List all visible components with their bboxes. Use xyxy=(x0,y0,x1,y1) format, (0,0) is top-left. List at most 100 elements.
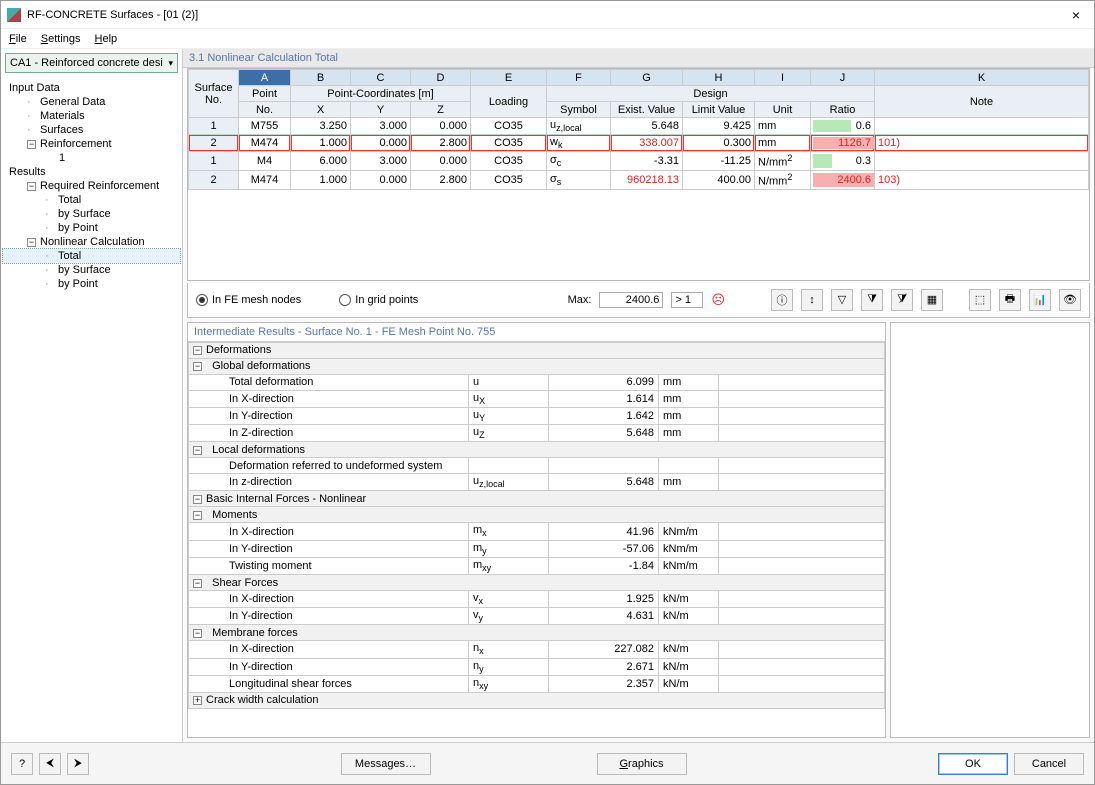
list-item[interactable]: In z-directionuz,local5.648mm xyxy=(189,474,885,491)
list-item[interactable]: In Y-directionny2.671kN/m xyxy=(189,658,885,675)
col-letter-c[interactable]: C xyxy=(351,70,411,86)
menu-file[interactable]: File xyxy=(9,33,27,45)
tree-req-by-surface[interactable]: ·by Surface xyxy=(3,207,180,221)
list-item[interactable]: In Z-directionuZ5.648mm xyxy=(189,425,885,442)
close-icon[interactable]: × xyxy=(1064,7,1088,23)
section-row[interactable]: − Moments xyxy=(189,507,885,523)
max-value[interactable]: 2400.6 xyxy=(599,292,663,308)
list-item[interactable]: In X-directionuX1.614mm xyxy=(189,390,885,407)
eye-icon[interactable]: 👁 xyxy=(1059,289,1081,311)
col-surface-no[interactable]: SurfaceNo. xyxy=(189,70,239,118)
help-icon[interactable]: ? xyxy=(11,753,33,775)
tree-nl-by-surface[interactable]: ·by Surface xyxy=(3,263,180,277)
col-letter-e[interactable]: E xyxy=(471,70,547,86)
chart-icon[interactable]: 📊 xyxy=(1029,289,1051,311)
col-letter-f[interactable]: F xyxy=(547,70,611,86)
next-icon[interactable]: ⮞ xyxy=(67,753,89,775)
list-item[interactable]: In X-directionnx227.082kN/m xyxy=(189,641,885,658)
cancel-button[interactable]: Cancel xyxy=(1014,753,1084,775)
case-combo-text: CA1 - Reinforced concrete desi xyxy=(10,57,163,69)
list-item[interactable]: Longitudinal shear forcesnxy2.357kN/m xyxy=(189,675,885,692)
section-row[interactable]: − Shear Forces xyxy=(189,575,885,591)
case-combo[interactable]: CA1 - Reinforced concrete desi ▾ xyxy=(5,53,178,73)
col-letter-k[interactable]: K xyxy=(875,70,1089,86)
list-item[interactable]: Deformation referred to undeformed syste… xyxy=(189,458,885,474)
col-x[interactable]: X xyxy=(291,102,351,118)
menu-settings[interactable]: Settings xyxy=(41,33,81,45)
view-icon[interactable]: ▦ xyxy=(921,289,943,311)
ok-button[interactable]: OK xyxy=(938,753,1008,775)
print-icon[interactable]: 🖶 xyxy=(999,289,1021,311)
section-row[interactable]: − Membrane forces xyxy=(189,625,885,641)
preview-pane xyxy=(890,322,1090,738)
col-letter-d[interactable]: D xyxy=(411,70,471,86)
col-ratio[interactable]: Ratio xyxy=(811,102,875,118)
col-point-coords[interactable]: Point-Coordinates [m] xyxy=(291,86,471,102)
tree-req-by-point[interactable]: ·by Point xyxy=(3,221,180,235)
col-letter-j[interactable]: J xyxy=(811,70,875,86)
col-letter-a[interactable]: A xyxy=(239,70,291,86)
left-pane: CA1 - Reinforced concrete desi ▾ Input D… xyxy=(1,49,183,742)
list-item[interactable]: In Y-directionuY1.642mm xyxy=(189,407,885,424)
tree-reinf-1[interactable]: 1 xyxy=(3,151,180,165)
list-item[interactable]: In X-directionmx41.96kNm/m xyxy=(189,523,885,540)
col-exist[interactable]: Exist. Value xyxy=(611,102,683,118)
tree-nl-total[interactable]: ·Total xyxy=(3,249,180,263)
list-item[interactable]: In Y-directionmy-57.06kNm/m xyxy=(189,540,885,557)
col-letter-g[interactable]: G xyxy=(611,70,683,86)
tree-nonlinear[interactable]: −Nonlinear Calculation xyxy=(3,235,180,249)
table-row[interactable]: 1 M755 3.2503.0000.000 CO35 uz,local 5.6… xyxy=(189,118,1089,135)
tree-nl-by-point[interactable]: ·by Point xyxy=(3,277,180,291)
intermediate-grid[interactable]: −Deformations− Global deformationsTotal … xyxy=(188,341,885,737)
select-icon[interactable]: ⬚ xyxy=(969,289,991,311)
funnel-icon[interactable]: ⧩ xyxy=(861,289,883,311)
filter-off-icon[interactable]: ⧩̸ xyxy=(891,289,913,311)
list-item[interactable]: Twisting momentmxy-1.84kNm/m xyxy=(189,557,885,574)
sort-icon[interactable]: ↕ xyxy=(801,289,823,311)
col-letter-b[interactable]: B xyxy=(291,70,351,86)
gt-one[interactable]: > 1 xyxy=(671,292,703,308)
col-point[interactable]: Point xyxy=(239,86,291,102)
table-row[interactable]: 2 M474 1.0000.0002.800 CO35 σs 960218.13… xyxy=(189,171,1089,190)
menu-help[interactable]: Help xyxy=(95,33,118,45)
col-unit[interactable]: Unit xyxy=(755,102,811,118)
list-item[interactable]: In X-directionvx1.925kN/m xyxy=(189,591,885,608)
table-row[interactable]: 2 M474 1.0000.0002.800 CO35 wk 338.007 0… xyxy=(189,135,1089,152)
col-letter-h[interactable]: H xyxy=(683,70,755,86)
graphics-button[interactable]: Graphics xyxy=(597,753,687,775)
intermediate-panel: Intermediate Results - Surface No. 1 - F… xyxy=(187,322,886,738)
prev-icon[interactable]: ⮜ xyxy=(39,753,61,775)
tree-reinforcement[interactable]: −Reinforcement xyxy=(3,137,180,151)
col-design[interactable]: Design xyxy=(547,86,875,102)
section-row[interactable]: − Global deformations xyxy=(189,358,885,374)
section-row[interactable]: −Deformations xyxy=(189,342,885,358)
table-row[interactable]: 1 M4 6.0003.0000.000 CO35 σc -3.31 -11.2… xyxy=(189,152,1089,171)
col-note[interactable]: Note xyxy=(875,86,1089,118)
tree-general-data[interactable]: ·General Data xyxy=(3,95,180,109)
info-icon[interactable]: ⓘ xyxy=(771,289,793,311)
col-letter-i[interactable]: I xyxy=(755,70,811,86)
filter-icon[interactable]: ▽ xyxy=(831,289,853,311)
tree-surfaces[interactable]: ·Surfaces xyxy=(3,123,180,137)
col-z[interactable]: Z xyxy=(411,102,471,118)
section-row[interactable]: +Crack width calculation xyxy=(189,692,885,708)
tree-required-reinforcement[interactable]: −Required Reinforcement xyxy=(3,179,180,193)
list-item[interactable]: Total deformationu6.099mm xyxy=(189,374,885,390)
col-symbol[interactable]: Symbol xyxy=(547,102,611,118)
tree-results[interactable]: Results xyxy=(3,165,180,179)
radio-grid-points[interactable]: In grid points xyxy=(339,294,418,306)
tree-req-total[interactable]: ·Total xyxy=(3,193,180,207)
results-grid[interactable]: SurfaceNo. A B C D E F G H I J K P xyxy=(188,69,1089,190)
col-y[interactable]: Y xyxy=(351,102,411,118)
col-limit[interactable]: Limit Value xyxy=(683,102,755,118)
radio-fe-nodes[interactable]: In FE mesh nodes xyxy=(196,294,301,306)
section-row[interactable]: −Basic Internal Forces - Nonlinear xyxy=(189,491,885,507)
section-row[interactable]: − Local deformations xyxy=(189,442,885,458)
messages-button[interactable]: Messages… xyxy=(341,753,431,775)
col-loading[interactable]: Loading xyxy=(471,86,547,118)
col-point-no[interactable]: No. xyxy=(239,102,291,118)
chevron-down-icon: ▾ xyxy=(168,58,173,69)
list-item[interactable]: In Y-directionvy4.631kN/m xyxy=(189,608,885,625)
tree-input-data[interactable]: Input Data xyxy=(3,81,180,95)
tree-materials[interactable]: ·Materials xyxy=(3,109,180,123)
